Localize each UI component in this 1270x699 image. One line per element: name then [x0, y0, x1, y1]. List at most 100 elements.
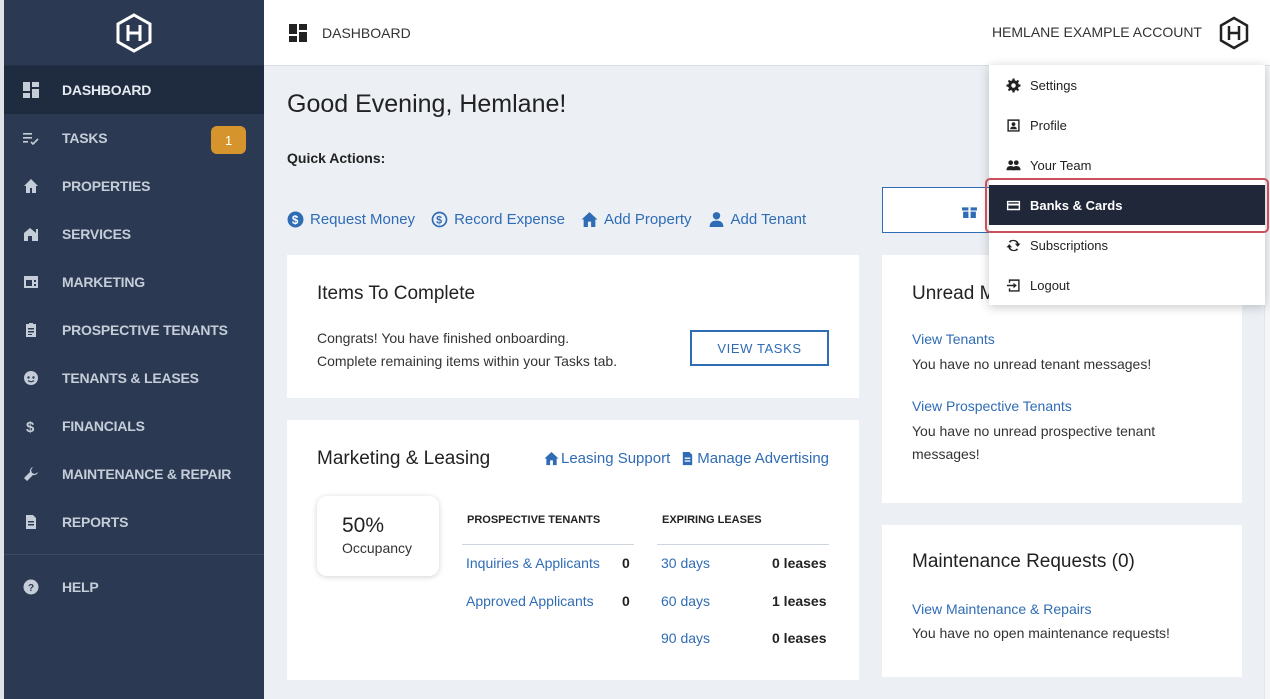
- expiring-30-count: 0 leases: [772, 555, 827, 571]
- leasing-support-link[interactable]: Leasing Support: [544, 450, 670, 467]
- sidebar-item-label: REPORTS: [62, 514, 129, 530]
- sidebar-item-tenants-leases[interactable]: TENANTS & LEASES: [4, 354, 264, 402]
- marketing-leasing-card: Marketing & Leasing Leasing Support Mana…: [287, 420, 859, 680]
- sidebar-item-maintenance[interactable]: MAINTENANCE & REPAIR: [4, 450, 264, 498]
- menu-item-your-team[interactable]: Your Team: [989, 145, 1265, 185]
- prospective-messages-status: You have no unread prospective tenant me…: [912, 423, 1156, 462]
- sidebar-item-label: SERVICES: [62, 226, 131, 242]
- menu-item-settings[interactable]: Settings: [989, 65, 1265, 105]
- record-expense-link[interactable]: $ Record Expense: [431, 211, 565, 228]
- request-money-link[interactable]: $ Request Money: [287, 211, 415, 228]
- quick-actions-label: Quick Actions:: [287, 150, 386, 166]
- dollar-icon: $: [22, 417, 40, 435]
- menu-item-banks-cards[interactable]: Banks & Cards: [989, 185, 1265, 225]
- tenant-messages-status: You have no unread tenant messages!: [912, 356, 1152, 372]
- dollar-circle-outline-icon: $: [431, 211, 448, 228]
- menu-item-label: Your Team: [1030, 157, 1092, 173]
- tenant-face-icon: [22, 369, 40, 387]
- sidebar-item-prospective-tenants[interactable]: PROSPECTIVE TENANTS: [4, 306, 264, 354]
- sidebar-item-label: MAINTENANCE & REPAIR: [62, 466, 232, 482]
- menu-item-subscriptions[interactable]: Subscriptions: [989, 225, 1265, 265]
- view-maintenance-link[interactable]: View Maintenance & Repairs: [912, 601, 1212, 617]
- sidebar-item-tasks[interactable]: TASKS 1: [4, 114, 264, 162]
- menu-item-label: Logout: [1030, 277, 1070, 293]
- logout-icon: [1006, 278, 1020, 292]
- sidebar-item-financials[interactable]: $ FINANCIALS: [4, 402, 264, 450]
- sidebar-item-marketing[interactable]: MARKETING: [4, 258, 264, 306]
- menu-item-label: Banks & Cards: [1030, 197, 1123, 213]
- add-property-link[interactable]: Add Property: [581, 211, 692, 228]
- tasks-icon: [22, 129, 40, 147]
- sidebar-item-label: FINANCIALS: [62, 418, 145, 434]
- person-icon: [709, 212, 723, 227]
- svg-text:$: $: [26, 419, 35, 434]
- menu-item-label: Subscriptions: [1030, 237, 1109, 253]
- sidebar-item-help[interactable]: ? HELP: [4, 563, 264, 611]
- view-tenants-link[interactable]: View Tenants: [912, 331, 1212, 347]
- profile-card-icon: [1007, 118, 1020, 132]
- sidebar-item-reports[interactable]: REPORTS: [4, 498, 264, 546]
- gift-icon: [962, 207, 977, 218]
- expiring-60-days-link[interactable]: 60 days: [661, 593, 710, 609]
- approved-applicants-link[interactable]: Approved Applicants: [466, 593, 594, 609]
- manage-advertising-link[interactable]: Manage Advertising: [680, 450, 829, 467]
- account-logo-icon[interactable]: [1218, 16, 1250, 50]
- card-title: Maintenance Requests (0): [912, 551, 1135, 572]
- sidebar-item-services[interactable]: SERVICES: [4, 210, 264, 258]
- inquiries-applicants-link[interactable]: Inquiries & Applicants: [466, 555, 600, 571]
- svg-text:?: ?: [28, 583, 34, 594]
- menu-item-profile[interactable]: Profile: [989, 105, 1265, 145]
- svg-text:$: $: [436, 215, 442, 227]
- hemlane-logo-icon: [116, 12, 152, 53]
- expiring-90-count: 0 leases: [772, 630, 827, 646]
- divider: [462, 544, 634, 545]
- account-name[interactable]: HEMLANE EXAMPLE ACCOUNT: [992, 24, 1202, 40]
- quick-action-box[interactable]: [882, 187, 992, 233]
- inquiries-count: 0: [622, 555, 630, 571]
- clipboard-icon: [22, 321, 40, 339]
- page-title: DASHBOARD: [322, 24, 411, 41]
- sidebar-item-label: PROSPECTIVE TENANTS: [62, 322, 228, 338]
- dashboard-icon: [22, 81, 40, 99]
- home-icon: [581, 212, 598, 227]
- home-icon: [22, 177, 40, 195]
- expiring-30-days-link[interactable]: 30 days: [661, 555, 710, 571]
- services-icon: [22, 225, 40, 243]
- divider: [657, 544, 829, 545]
- sidebar-item-label: TASKS: [62, 130, 108, 146]
- expiring-leases-header: EXPIRING LEASES: [662, 514, 762, 526]
- maintenance-status: You have no open maintenance requests!: [912, 625, 1170, 641]
- view-tasks-button[interactable]: VIEW TASKS: [690, 330, 829, 366]
- approved-count: 0: [622, 593, 630, 609]
- sidebar-item-dashboard[interactable]: DASHBOARD: [4, 66, 264, 114]
- marketing-icon: [22, 273, 40, 291]
- add-tenant-link[interactable]: Add Tenant: [708, 211, 806, 228]
- dollar-circle-icon: $: [287, 211, 304, 228]
- top-header: DASHBOARD HEMLANE EXAMPLE ACCOUNT: [264, 0, 1270, 66]
- sidebar-item-label: DASHBOARD: [62, 82, 152, 98]
- sidebar-item-properties[interactable]: PROPERTIES: [4, 162, 264, 210]
- sidebar-item-label: MARKETING: [62, 274, 145, 290]
- credit-card-icon: [1006, 200, 1021, 210]
- menu-item-label: Settings: [1030, 77, 1077, 93]
- occupancy-label: Occupancy: [342, 540, 413, 556]
- sidebar-item-label: TENANTS & LEASES: [62, 370, 199, 386]
- help-icon: ?: [22, 578, 40, 596]
- hemlane-logo[interactable]: [4, 0, 264, 66]
- sidebar-item-label: PROPERTIES: [62, 178, 151, 194]
- document-icon: [22, 513, 40, 531]
- marketing-links: Leasing Support Manage Advertising: [544, 450, 829, 467]
- sidebar-divider: [4, 554, 264, 555]
- team-icon: [1006, 159, 1021, 170]
- svg-text:$: $: [292, 214, 299, 227]
- dashboard-icon: [289, 23, 307, 42]
- expiring-90-days-link[interactable]: 90 days: [661, 630, 710, 646]
- menu-item-label: Profile: [1030, 117, 1067, 133]
- sidebar-item-label: HELP: [62, 579, 99, 595]
- view-prospective-tenants-link[interactable]: View Prospective Tenants: [912, 398, 1212, 414]
- document-icon: [683, 451, 693, 466]
- account-dropdown-menu: Settings Profile Your Team Banks & Cards…: [989, 65, 1265, 305]
- menu-item-logout[interactable]: Logout: [989, 265, 1265, 305]
- items-to-complete-card: Items To Complete Congrats! You have fin…: [287, 255, 859, 398]
- home-icon: [544, 451, 559, 466]
